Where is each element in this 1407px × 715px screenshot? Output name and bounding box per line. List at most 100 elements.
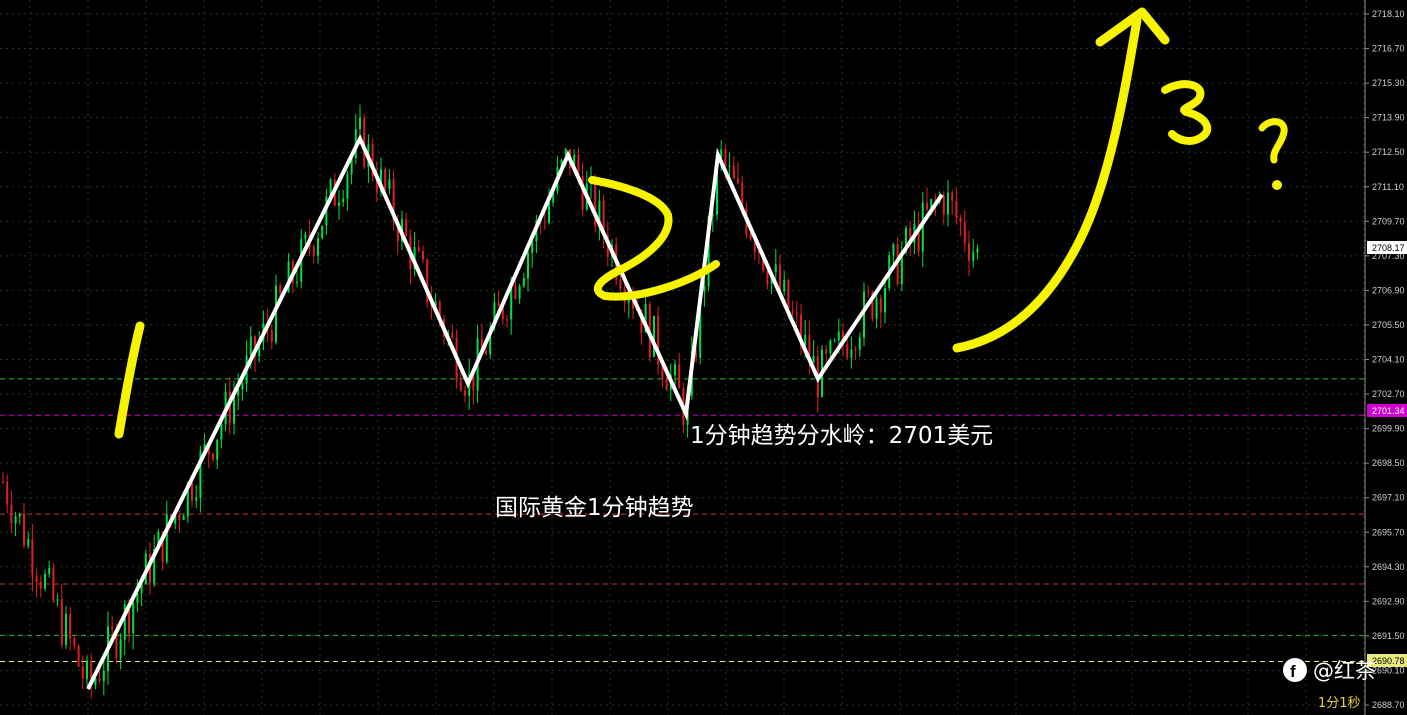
candle-body (795, 312, 798, 315)
candle-body (846, 344, 849, 358)
key-level-label: 2701.34 (1372, 406, 1405, 416)
price-tick-label: 2692.90 (1372, 596, 1405, 606)
gold-1min-chart: 1分钟趋势分水岭：2701美元 国际黄金1分钟趋势 2718.10 2716.70… (0, 0, 1407, 715)
candle-body (485, 350, 487, 355)
candle-body (724, 149, 727, 167)
candle-body (81, 666, 84, 679)
candle-body (182, 516, 185, 520)
candle-body (60, 599, 63, 645)
candle-body (951, 192, 954, 201)
price-tick-label: 2688.70 (1372, 700, 1405, 710)
candle-body (312, 246, 315, 256)
price-tick-label: 2718.10 (1372, 9, 1405, 19)
candle-body (942, 196, 945, 215)
candle-body (233, 395, 235, 424)
candle-body (27, 539, 30, 546)
candle-body (48, 568, 51, 574)
price-tick-label: 2697.10 (1372, 493, 1405, 503)
candle-body (976, 248, 979, 253)
price-tick-label: 2694.30 (1372, 562, 1405, 572)
candle-body (850, 349, 853, 358)
candle-body (527, 253, 529, 279)
candle-body (65, 613, 67, 645)
candle-body (388, 179, 391, 190)
candle-body (270, 330, 273, 343)
watershed-label: 1分钟趋势分水岭：2701美元 (690, 423, 993, 449)
candle-body (884, 288, 886, 313)
candle-body (321, 225, 324, 239)
price-tick-label: 2704.10 (1372, 355, 1405, 365)
candle-body (216, 439, 219, 460)
candle-body (346, 174, 349, 199)
candle-body (653, 315, 655, 357)
facebook-icon-glyph: f (1290, 662, 1296, 681)
candle-body (220, 424, 223, 440)
candle-body (837, 331, 840, 341)
candle-body (249, 336, 252, 356)
chart-background (0, 0, 1407, 715)
candle-body (854, 349, 857, 351)
candle-body (191, 482, 193, 501)
candle-body (52, 568, 55, 601)
candle-body (963, 221, 966, 244)
candle-body (451, 332, 454, 338)
candle-body (728, 165, 731, 167)
candle-body (783, 279, 786, 292)
candle-body (2, 481, 4, 483)
price-tick-label: 2713.90 (1372, 113, 1405, 123)
candle-body (111, 626, 114, 630)
candle-body (732, 165, 735, 179)
candle-body (178, 515, 181, 520)
candle-body (165, 514, 168, 562)
price-tick-label: 2691.50 (1372, 631, 1405, 641)
price-tick-label: 2706.90 (1372, 285, 1405, 295)
candle-body (879, 298, 882, 313)
price-tick-label: 2709.70 (1372, 216, 1405, 226)
candle-body (674, 364, 676, 375)
candle-body (955, 200, 958, 218)
candle-body (737, 178, 739, 183)
candle-body (23, 513, 25, 546)
candle-body (749, 234, 752, 239)
candle-body (342, 198, 345, 203)
price-tick-label: 2695.70 (1372, 527, 1405, 537)
low-level-label: 2690.78 (1372, 656, 1405, 666)
candle-body (972, 252, 975, 261)
watermark: f @红茶 (1283, 658, 1376, 683)
candle-body (405, 219, 408, 236)
candle-body (464, 390, 466, 396)
candle-body (6, 481, 9, 505)
candle-body (212, 453, 214, 460)
price-tick-label: 2705.50 (1372, 320, 1405, 330)
candle-body (18, 513, 21, 517)
candle-body (497, 302, 500, 307)
watermark-text: @红茶 (1313, 659, 1376, 683)
candle-body (10, 504, 13, 524)
question-dot (1272, 180, 1282, 190)
candle-body (77, 645, 80, 667)
candle-body (518, 286, 521, 299)
candle-body (241, 382, 244, 390)
candle-body (296, 281, 298, 283)
candle-body (44, 573, 46, 589)
candle-body (86, 660, 88, 679)
candle-body (858, 337, 861, 350)
price-tick-label: 2712.50 (1372, 147, 1405, 157)
price-tick-label: 2702.70 (1372, 389, 1405, 399)
candle-body (338, 202, 340, 206)
candle-body (279, 285, 282, 294)
candle-body (73, 638, 76, 646)
candle-body (514, 285, 517, 299)
candle-body (31, 539, 34, 576)
candle-body (926, 202, 928, 210)
candle-body (69, 613, 72, 639)
candle-body (968, 243, 970, 261)
candle-body (619, 279, 622, 289)
candle-body (867, 291, 870, 293)
candle-body (875, 298, 878, 319)
candle-body (132, 602, 135, 634)
candle-body (548, 202, 550, 223)
price-tick-label: 2716.70 (1372, 44, 1405, 54)
price-tick-label: 2699.90 (1372, 424, 1405, 434)
candle-body (56, 599, 59, 601)
